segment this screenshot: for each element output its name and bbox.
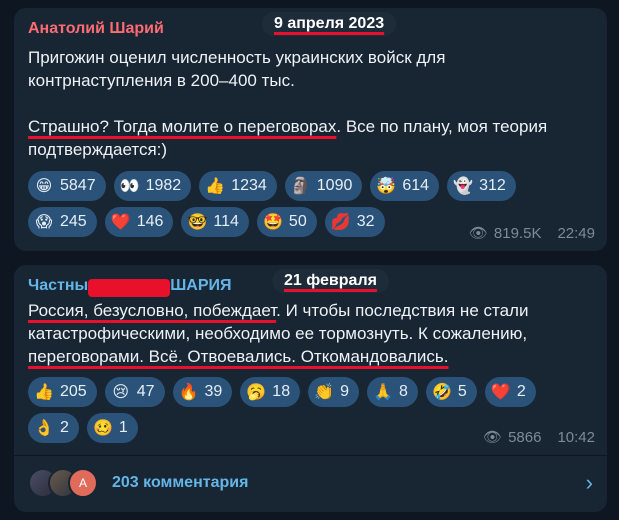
reaction-emoji-icon: 🙏 xyxy=(373,384,393,401)
reaction-count: 114 xyxy=(213,213,239,230)
post-meta: 👁 5866 10:42 xyxy=(483,428,595,447)
reaction-chip[interactable]: 🙏 8 xyxy=(367,377,418,407)
reaction-chip[interactable]: 👏 9 xyxy=(308,377,359,407)
comments-label[interactable]: 203 комментария xyxy=(112,474,248,492)
reaction-emoji-icon: 👍 xyxy=(205,178,226,195)
avatar: А xyxy=(68,468,98,498)
date-badge: 21 февраля xyxy=(272,269,389,293)
reaction-chip[interactable]: ❤️ 2 xyxy=(484,377,536,407)
reaction-count: 146 xyxy=(136,213,164,230)
reaction-chip[interactable]: 🗿 1090 xyxy=(284,171,363,201)
reaction-chip[interactable]: 😢 47 xyxy=(104,377,165,407)
reaction-emoji-icon: 👏 xyxy=(314,384,335,401)
author-part: ШАРИЯ xyxy=(170,277,232,294)
reaction-count: 205 xyxy=(60,383,87,400)
reaction-count: 8 xyxy=(399,383,408,400)
reaction-chip[interactable]: 👀 1982 xyxy=(113,171,192,201)
reaction-emoji-icon: ❤️ xyxy=(110,214,131,231)
reaction-chip[interactable]: 🤣 5 xyxy=(425,377,477,407)
post-text: Россия, безусловно, побеждает. И чтобы п… xyxy=(28,299,593,368)
eye-icon: 👁 xyxy=(468,225,488,242)
reaction-emoji-icon: 👻 xyxy=(453,178,474,195)
reaction-emoji-icon: 😁 xyxy=(35,178,53,195)
eye-icon: 👁 xyxy=(483,429,503,446)
reaction-chip[interactable]: 💋 32 xyxy=(324,207,385,237)
reaction-count: 5847 xyxy=(60,177,96,194)
reaction-emoji-icon: 👍 xyxy=(34,384,54,401)
post-time: 22:49 xyxy=(557,224,595,242)
post-author[interactable]: ЧастныxШАРИЯ xyxy=(28,277,232,297)
reaction-count: 50 xyxy=(288,213,307,230)
reaction-emoji-icon: 🗿 xyxy=(290,178,311,195)
highlight: Страшно? Тогда молите о переговорах xyxy=(28,117,337,136)
reaction-count: 312 xyxy=(479,177,506,194)
reaction-count: 9 xyxy=(340,383,349,400)
reaction-emoji-icon: 🤓 xyxy=(187,214,208,231)
reaction-count: 614 xyxy=(402,177,430,194)
reaction-chip[interactable]: 🔥 39 xyxy=(172,377,233,407)
reaction-chip[interactable]: ❤️ 146 xyxy=(104,207,174,237)
reaction-count: 1 xyxy=(118,419,128,436)
post-paragraph-1: Пригожин оценил численность украинских в… xyxy=(28,48,446,90)
post-text: Пригожин оценил численность украинских в… xyxy=(28,46,593,161)
reaction-count: 2 xyxy=(516,383,526,400)
reaction-emoji-icon: 😱 xyxy=(35,214,53,231)
reaction-emoji-icon: 👌 xyxy=(34,420,54,437)
reaction-chip[interactable]: 👻 312 xyxy=(447,171,516,201)
views-count: 819.5K xyxy=(493,224,542,242)
reaction-emoji-icon: 👀 xyxy=(119,178,140,195)
commenter-avatars: А xyxy=(28,468,98,498)
reaction-count: 47 xyxy=(136,383,155,400)
reaction-emoji-icon: 🤣 xyxy=(431,384,452,401)
reaction-chip[interactable]: 🥴 1 xyxy=(86,413,138,443)
reaction-chip[interactable]: 🤯 614 xyxy=(370,171,440,201)
reaction-count: 245 xyxy=(60,213,87,230)
reaction-emoji-icon: ❤️ xyxy=(490,384,511,401)
reaction-chip[interactable]: 😱 245 xyxy=(28,207,97,237)
comments-link[interactable]: А 203 комментария › xyxy=(28,463,593,503)
reaction-emoji-icon: 🤩 xyxy=(262,214,283,231)
post-paragraph-2: Страшно? Тогда молите о переговорах. Все… xyxy=(28,115,593,161)
reaction-chip[interactable]: 😁 5847 xyxy=(28,171,106,201)
views-count: 5866 xyxy=(508,428,542,446)
redaction-bar: x xyxy=(88,279,171,297)
reaction-chip[interactable]: 👌 2 xyxy=(28,413,79,443)
reaction-count: 32 xyxy=(356,213,375,230)
reaction-emoji-icon: 💋 xyxy=(330,214,351,231)
reaction-count: 1234 xyxy=(231,177,267,194)
reaction-count: 1982 xyxy=(145,177,182,194)
reaction-count: 18 xyxy=(272,383,291,400)
reaction-chip[interactable]: 👍 205 xyxy=(28,377,97,407)
date-badge: 9 апреля 2023 xyxy=(262,12,397,36)
reaction-count: 39 xyxy=(204,383,223,400)
highlight: Россия, безусловно, побеждает xyxy=(28,301,277,320)
reaction-emoji-icon: 🥱 xyxy=(246,384,267,401)
highlight: переговорами. Всё. Отвоевались. Откоманд… xyxy=(28,347,449,366)
post-time: 10:42 xyxy=(557,428,595,446)
reaction-emoji-icon: 🤯 xyxy=(376,178,397,195)
reaction-count: 5 xyxy=(457,383,467,400)
divider xyxy=(14,455,607,456)
reaction-emoji-icon: 🥴 xyxy=(92,420,113,437)
author-part: Частны xyxy=(28,277,89,294)
chevron-right-icon[interactable]: › xyxy=(586,470,593,496)
divider xyxy=(0,255,619,261)
reaction-emoji-icon: 😢 xyxy=(112,384,130,401)
reaction-chip[interactable]: 🥱 18 xyxy=(240,377,301,407)
reaction-emoji-icon: 🔥 xyxy=(178,384,199,401)
reaction-count: 1090 xyxy=(316,177,353,194)
reactions-bar: 👍 205 😢 47 🔥 39 🥱 18 👏 9 🙏 8 🤣 5 ❤️ 2 👌 2 🥴 1 xyxy=(28,377,547,443)
post-card-2: ЧастныxШАРИЯ 21 февраля Россия, безуслов… xyxy=(14,265,607,512)
reaction-chip[interactable]: 👍 1234 xyxy=(199,171,277,201)
reaction-count: 2 xyxy=(60,419,69,436)
reaction-chip[interactable]: 🤓 114 xyxy=(181,207,249,237)
reaction-chip[interactable]: 🤩 50 xyxy=(256,207,317,237)
post-author[interactable]: Анатолий Шарий xyxy=(28,20,164,38)
post-meta: 👁 819.5K 22:49 xyxy=(468,224,595,243)
post-paragraph: Россия, безусловно, побеждает. И чтобы п… xyxy=(28,299,593,368)
post-card-1: Анатолий Шарий 9 апреля 2023 Пригожин оц… xyxy=(14,8,607,251)
